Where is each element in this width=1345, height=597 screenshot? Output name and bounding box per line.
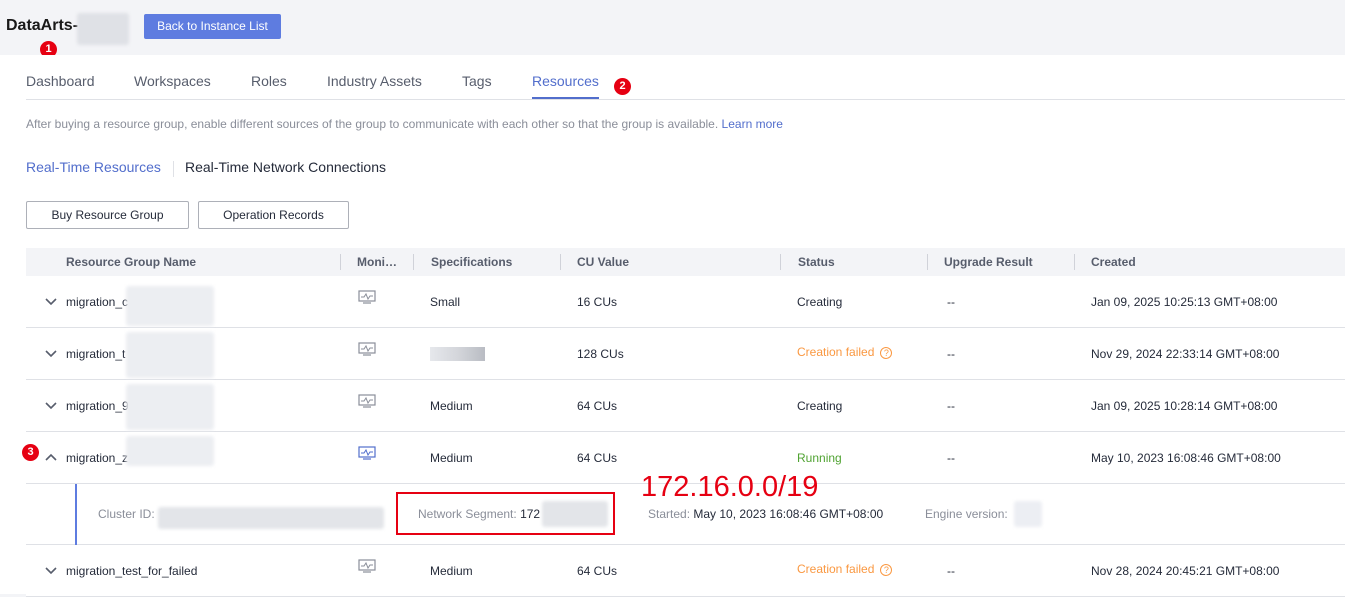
cu-value: 64 CUs bbox=[577, 399, 618, 413]
cluster-id-label: Cluster ID: bbox=[98, 507, 155, 521]
redacted-name bbox=[126, 436, 214, 466]
col-divider bbox=[780, 254, 781, 270]
tab-dashboard[interactable]: Dashboard bbox=[26, 73, 95, 89]
col-name[interactable]: Resource Group Name bbox=[66, 255, 196, 269]
redacted-name bbox=[126, 384, 214, 430]
started-label: Started: May 10, 2023 16:08:46 GMT+08:00 bbox=[648, 507, 883, 521]
col-upgrade[interactable]: Upgrade Result bbox=[944, 255, 1033, 269]
resource-group-name[interactable]: migration_9 bbox=[66, 399, 129, 413]
redacted-instance-name bbox=[77, 13, 129, 45]
upgrade-result: -- bbox=[947, 564, 955, 578]
back-to-instance-list-button[interactable]: Back to Instance List bbox=[144, 14, 281, 39]
monitor-icon[interactable] bbox=[358, 342, 376, 356]
top-header: DataArts- Back to Instance List 1 bbox=[0, 0, 1345, 58]
redacted-name bbox=[126, 286, 214, 326]
col-cu[interactable]: CU Value bbox=[577, 255, 629, 269]
engine-version-label: Engine version: bbox=[925, 507, 1008, 521]
cu-value: 128 CUs bbox=[577, 347, 624, 361]
resource-group-name[interactable]: migration_z bbox=[66, 451, 128, 465]
specification: Small bbox=[430, 295, 461, 309]
redacted-engine-version bbox=[1014, 501, 1042, 527]
operation-records-button[interactable]: Operation Records bbox=[198, 201, 349, 229]
specification: Medium bbox=[430, 564, 473, 578]
started-caption: Started: bbox=[648, 507, 691, 521]
active-tab-indicator bbox=[532, 97, 599, 99]
tab-tags[interactable]: Tags bbox=[462, 73, 492, 89]
hint-text: After buying a resource group, enable di… bbox=[26, 117, 719, 131]
created-time: Jan 09, 2025 10:28:14 GMT+08:00 bbox=[1091, 399, 1278, 413]
tab-industry-assets[interactable]: Industry Assets bbox=[327, 73, 422, 89]
status-text: Creation failed? bbox=[797, 562, 893, 576]
subtab-realtime-resources[interactable]: Real-Time Resources bbox=[26, 159, 161, 175]
col-created[interactable]: Created bbox=[1091, 255, 1136, 269]
status-label: Creation failed bbox=[797, 345, 875, 359]
status-text: Creating bbox=[797, 295, 843, 309]
upgrade-result: -- bbox=[947, 399, 955, 413]
help-icon[interactable]: ? bbox=[880, 564, 893, 576]
started-value: May 10, 2023 16:08:46 GMT+08:00 bbox=[693, 507, 884, 521]
table-row: migration_test_for_failed Medium 64 CUs … bbox=[26, 545, 1345, 597]
detail-accent-bar bbox=[75, 484, 77, 545]
main-content: Dashboard Workspaces Roles Industry Asse… bbox=[0, 55, 1345, 597]
buy-resource-group-button[interactable]: Buy Resource Group bbox=[26, 201, 189, 229]
resource-group-name[interactable]: migration_test_for_failed bbox=[66, 564, 197, 578]
chevron-up-icon[interactable] bbox=[44, 450, 58, 464]
app-title: DataArts- bbox=[6, 17, 79, 34]
status-text: Creation failed? bbox=[797, 345, 893, 359]
resource-group-name[interactable]: migration_t bbox=[66, 347, 125, 361]
col-status[interactable]: Status bbox=[798, 255, 835, 269]
specification: Medium bbox=[430, 451, 473, 465]
upgrade-result: -- bbox=[947, 347, 955, 361]
created-time: Nov 29, 2024 22:33:14 GMT+08:00 bbox=[1091, 347, 1280, 361]
chevron-down-icon[interactable] bbox=[44, 398, 58, 412]
col-spec[interactable]: Specifications bbox=[431, 255, 512, 269]
monitor-icon[interactable] bbox=[358, 394, 376, 408]
chevron-down-icon[interactable] bbox=[44, 346, 58, 360]
monitor-icon[interactable] bbox=[358, 446, 376, 460]
col-divider bbox=[927, 254, 928, 270]
status-text: Creating bbox=[797, 399, 843, 413]
tab-resources[interactable]: Resources bbox=[532, 73, 599, 89]
chevron-down-icon[interactable] bbox=[44, 563, 58, 577]
col-monitor[interactable]: Moni… bbox=[357, 255, 397, 269]
table-header: Resource Group Name Moni… Specifications… bbox=[26, 248, 1345, 276]
col-divider bbox=[1074, 254, 1075, 270]
tab-workspaces[interactable]: Workspaces bbox=[134, 73, 211, 89]
monitor-icon[interactable] bbox=[358, 290, 376, 304]
tab-roles[interactable]: Roles bbox=[251, 73, 287, 89]
learn-more-link[interactable]: Learn more bbox=[722, 117, 783, 131]
upgrade-result: -- bbox=[947, 451, 955, 465]
step-marker-3: 3 bbox=[22, 444, 39, 461]
col-divider bbox=[413, 254, 414, 270]
redacted-spec bbox=[430, 347, 485, 361]
status-label: Creation failed bbox=[797, 562, 875, 576]
redacted-name bbox=[126, 332, 214, 378]
table-row: migration_9 Medium 64 CUs Creating -- Ja… bbox=[26, 380, 1345, 432]
status-text: Running bbox=[797, 451, 842, 465]
resource-group-name[interactable]: migration_c bbox=[66, 295, 128, 309]
network-segment-annotation: 172.16.0.0/19 bbox=[641, 471, 819, 503]
step-marker-2: 2 bbox=[614, 78, 631, 95]
created-time: Nov 28, 2024 20:45:21 GMT+08:00 bbox=[1091, 564, 1280, 578]
specification: Medium bbox=[430, 399, 473, 413]
upgrade-result: -- bbox=[947, 295, 955, 309]
created-time: May 10, 2023 16:08:46 GMT+08:00 bbox=[1091, 451, 1281, 465]
table-row: migration_t 128 CUs Creation failed? -- … bbox=[26, 328, 1345, 380]
tab-bar: Dashboard Workspaces Roles Industry Asse… bbox=[26, 55, 1345, 100]
network-segment-highlight bbox=[396, 492, 615, 535]
redacted-cluster-id bbox=[158, 507, 384, 529]
monitor-icon[interactable] bbox=[358, 559, 376, 573]
col-divider bbox=[560, 254, 561, 270]
help-icon[interactable]: ? bbox=[880, 347, 893, 359]
resource-hint: After buying a resource group, enable di… bbox=[26, 117, 783, 131]
created-time: Jan 09, 2025 10:25:13 GMT+08:00 bbox=[1091, 295, 1278, 309]
chevron-down-icon[interactable] bbox=[44, 294, 58, 308]
cu-value: 16 CUs bbox=[577, 295, 618, 309]
table-row: migration_c Small 16 CUs Creating -- Jan… bbox=[26, 276, 1345, 328]
col-divider bbox=[340, 254, 341, 270]
cu-value: 64 CUs bbox=[577, 564, 618, 578]
cu-value: 64 CUs bbox=[577, 451, 618, 465]
subtab-realtime-network[interactable]: Real-Time Network Connections bbox=[185, 159, 386, 175]
subtab-divider bbox=[173, 161, 174, 177]
